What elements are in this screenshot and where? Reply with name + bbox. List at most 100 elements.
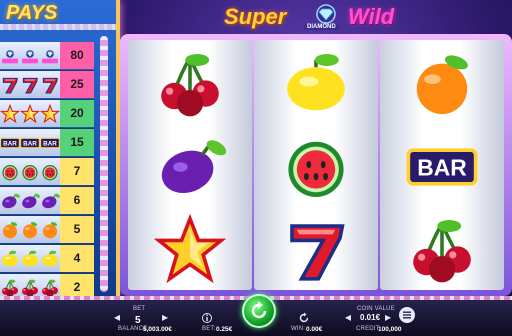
paytable-row: 6 [0, 187, 94, 216]
paytable-lights [100, 36, 108, 292]
plum-icon [42, 193, 60, 208]
reel-3: BAR [380, 40, 504, 290]
coin-value[interactable]: 0.01€ [360, 313, 380, 322]
bet-value[interactable]: 5 [135, 315, 141, 326]
svg-text:BAR: BAR [43, 140, 57, 147]
paytable-value: 7 [60, 158, 94, 185]
paytable-row: 7 [0, 158, 94, 187]
svg-text:BAR: BAR [3, 140, 17, 147]
info-icon[interactable] [202, 312, 212, 324]
seven-icon [290, 223, 345, 281]
coin-decrease-icon[interactable]: ◂ [345, 310, 351, 324]
logo-badge: DIAMOND [304, 24, 339, 30]
star-icon [0, 103, 20, 123]
bet-money-label: BET: [202, 326, 216, 332]
bet-money-value: 0.25€ [216, 326, 233, 333]
autoplay-icon[interactable] [298, 312, 310, 324]
bar-icon: BAR [20, 137, 40, 148]
orange-icon [416, 54, 468, 114]
reel-cell [128, 125, 252, 208]
paytable-symbol-lemon [0, 245, 60, 272]
reel-cell [254, 125, 378, 208]
seven-icon [2, 77, 18, 93]
reel-cell [254, 208, 378, 291]
paytable-symbol-wild [0, 42, 60, 69]
paytable-rows: 80 25 20 BAR BAR BAR 15 7 6 5 4 2 [0, 42, 94, 303]
watermelon-icon [42, 164, 58, 180]
bar-icon: BAR [406, 147, 478, 186]
reel-cell: BAR [380, 125, 504, 208]
paytable-value: 5 [60, 216, 94, 243]
paytable-row: 4 [0, 245, 94, 274]
star-icon [40, 103, 60, 123]
reel-cell [380, 208, 504, 291]
paytable-row: 20 [0, 100, 94, 129]
wild-icon [2, 49, 18, 63]
cherry-icon [161, 53, 219, 116]
reel-cell [380, 42, 504, 125]
paytable-row: 5 [0, 216, 94, 245]
paytable-symbol-star [0, 100, 60, 127]
coin-increase-icon[interactable]: ▸ [385, 310, 391, 324]
seven-icon [42, 77, 58, 93]
paytable-row: 25 [0, 71, 94, 100]
reel-1 [128, 40, 252, 290]
bar-icon: BAR [40, 137, 60, 148]
paytable-row: BAR BAR BAR 15 [0, 129, 94, 158]
diamond-icon [316, 4, 336, 24]
bet-label: BET [133, 306, 146, 312]
reel-cell [128, 42, 252, 125]
watermelon-icon [22, 164, 38, 180]
cherry-icon [413, 219, 471, 282]
balance-value: 5,003.00€ [143, 326, 172, 333]
paytable-title: PAYS [6, 2, 58, 24]
paytable-symbol-plum [0, 187, 60, 214]
plum-icon [22, 193, 40, 208]
paytable-symbol-seven [0, 71, 60, 98]
paytable-value: 6 [60, 187, 94, 214]
game-logo: Super DIAMOND Wild [220, 2, 440, 32]
bar-icon: BAR [0, 137, 20, 148]
paytable-symbol-watermelon [0, 158, 60, 185]
paytable-deco [0, 24, 116, 30]
star-icon [20, 103, 40, 123]
lemon-icon [22, 250, 38, 266]
logo-word-wild: Wild [348, 4, 395, 29]
paytable-symbol-bar: BAR BAR BAR [0, 129, 60, 156]
bet-decrease-icon[interactable]: ◂ [114, 310, 120, 324]
reels-frame: BAR [120, 34, 512, 296]
lemon-icon [2, 250, 18, 266]
seven-icon [22, 77, 38, 93]
spin-button[interactable] [242, 294, 276, 328]
wild-icon [42, 49, 58, 63]
game-stage: PAYS 80 25 20 BAR BAR BAR 15 7 6 5 4 2 Super DIAMON… [0, 0, 512, 336]
star-icon [154, 213, 226, 283]
reel-2 [254, 40, 378, 290]
bet-increase-icon[interactable]: ▸ [162, 310, 168, 324]
wild-icon [22, 49, 38, 63]
paytable-value: 20 [60, 100, 94, 127]
paytable-row: 80 [0, 42, 94, 71]
reel-cell [128, 208, 252, 291]
plum-icon [161, 139, 226, 193]
watermelon-icon [2, 164, 18, 180]
paytable-value: 80 [60, 42, 94, 69]
svg-text:BAR: BAR [23, 140, 37, 147]
orange-icon [43, 221, 58, 238]
menu-icon[interactable] [398, 306, 416, 324]
lemon-icon [287, 53, 345, 110]
logo-word-super: Super [224, 4, 287, 29]
spin-arrow-icon [251, 301, 267, 319]
credit-value: 100,000 [378, 326, 402, 333]
lemon-icon [42, 250, 58, 266]
svg-text:BAR: BAR [417, 154, 466, 180]
paytable-value: 15 [60, 129, 94, 156]
orange-icon [23, 221, 38, 238]
paytable-value: 4 [60, 245, 94, 272]
reel-cell [254, 42, 378, 125]
plum-icon [2, 193, 20, 208]
paytable-symbol-orange [0, 216, 60, 243]
paytable-value: 25 [60, 71, 94, 98]
orange-icon [3, 221, 18, 238]
win-label: WIN: [291, 326, 306, 332]
